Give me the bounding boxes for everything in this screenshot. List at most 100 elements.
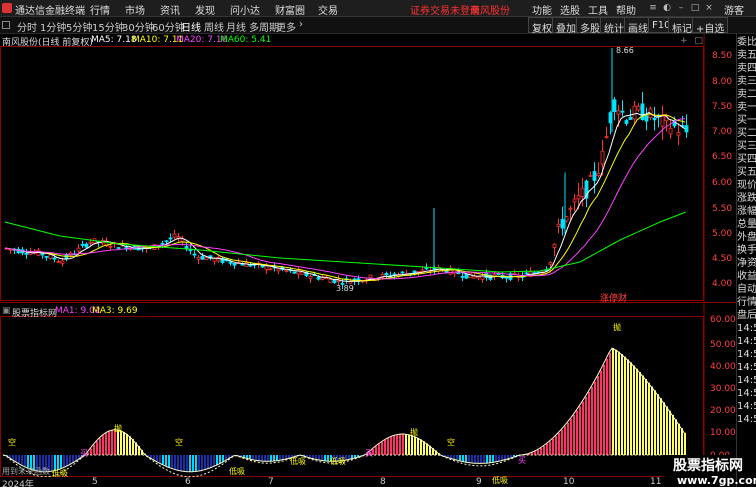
candle-body [176,236,181,239]
indicator-bar [381,441,383,455]
indicator-bar [321,455,323,461]
expand-icon[interactable]: ▣ [2,306,11,316]
indicator-bar [591,386,593,455]
indicator-bar [561,429,563,455]
indicator-bar [624,356,626,455]
side-panel-item[interactable]: 买五 [737,166,756,179]
side-panel-item[interactable]: 14:50 [737,335,756,348]
side-panel-item[interactable]: 买四 [737,153,756,166]
indicator-bar [153,455,155,460]
indicator-bar [66,455,68,467]
side-panel-item[interactable]: 自动 [737,283,756,296]
indicator-bar [633,365,635,455]
side-panel-item[interactable]: 净资 [737,257,756,270]
side-panel-item[interactable]: 买一 [737,114,756,127]
side-panel-item[interactable]: 外盘 [737,231,756,244]
indicator-bar [327,455,329,462]
indicator-bar [168,455,170,468]
candle-body [644,115,649,122]
signal-mai-label: 买 [518,456,526,465]
indicator-bar [393,435,395,455]
indicator-bar [471,455,473,463]
indicator-bar [390,436,392,455]
indicator-bar [99,438,101,455]
candle-body [196,256,201,260]
indicator-bar [480,455,482,464]
indicator-bar [600,370,602,455]
side-panel-item[interactable]: 卖四 [737,62,756,75]
side-panel-item[interactable]: 14:50 [737,361,756,374]
candle-body [52,257,57,260]
side-panel-item[interactable]: 现价 [737,179,756,192]
candle-body [612,99,617,112]
indicator-bar [567,422,569,455]
signal-diji-label: 低吸 [290,457,306,466]
candle-body [620,110,625,113]
indicator-bar [150,455,152,458]
indicator-bar [564,426,566,455]
side-panel-item[interactable]: 委比 [737,36,756,49]
indicator-bar [165,455,167,466]
candle-body [84,243,89,248]
candle-body [616,110,621,115]
indicator-bar [12,455,14,460]
side-panel-item[interactable]: 卖一 [737,101,756,114]
candle-body [592,171,597,181]
side-panel-item[interactable]: 盘后 [737,309,756,322]
indicator-bar [180,455,182,471]
candle-body [556,223,561,227]
candle-body [548,262,553,265]
chart-canvas[interactable] [0,0,736,477]
indicator-bar [384,439,386,455]
indicator-bar [414,436,416,455]
side-panel-item[interactable]: 总量 [737,218,756,231]
candle-body [368,274,373,279]
side-panel-item[interactable]: 14:50 [737,387,756,400]
side-panel-item[interactable]: 买二 [737,127,756,140]
indicator-bar [21,455,23,465]
side-panel-item[interactable]: 收益 [737,270,756,283]
side-panel-item[interactable]: 涨跌 [737,192,756,205]
indicator-bar [642,375,644,455]
indicator-bar [159,455,161,463]
candle-body [668,127,673,135]
candle-body [676,131,681,136]
indicator-bar [90,448,92,455]
candle-body [480,275,485,280]
indicator-bar [672,414,674,455]
indicator-bar [264,455,266,462]
candle-body [628,116,633,120]
side-panel-item[interactable]: 买三 [737,140,756,153]
indicator-bar [489,455,491,463]
candle-body [116,247,121,249]
indicator-bar [204,455,206,470]
side-panel-item[interactable]: 14:50 [737,400,756,413]
indicator-bar [102,435,104,455]
side-panel-item[interactable]: 行情 [737,296,756,309]
limit-up-badge[interactable]: 涨停财 [600,291,627,304]
indicator-bar [552,438,554,455]
side-panel-item[interactable]: 14:50 [737,322,756,335]
indicator-bar [594,381,596,455]
high-price-label: 8.66 [616,46,634,55]
signal-pao-label: 抛 [410,428,418,437]
quote-side-panel: 委比 卖五 卖四 卖三 卖二 卖一 买一 买二 买三 买四 买五 现价 涨跌 涨幅 总量 外盘 换手 净资 收益 自动… [736,34,756,487]
indicator-bar [495,455,497,462]
indicator-bar [93,444,95,455]
side-panel-item[interactable]: 卖五 [737,49,756,62]
side-panel-item[interactable]: 14:50 [737,374,756,387]
indicator-bar [453,455,455,460]
indicator-bar [627,359,629,455]
candle-body [48,254,53,260]
indicator-bar [612,348,614,455]
side-panel-item[interactable]: 换手 [737,244,756,257]
candle-body [40,253,45,256]
side-panel-item[interactable]: 涨幅 [737,205,756,218]
side-panel-item[interactable]: 卖三 [737,75,756,88]
indicator-bar [660,398,662,455]
side-panel-item[interactable]: 卖二 [737,88,756,101]
indicator-bar [585,396,587,455]
candle-body [576,195,581,200]
side-panel-item[interactable]: 14:50 [737,413,756,426]
side-panel-item[interactable]: 14:50 [737,348,756,361]
